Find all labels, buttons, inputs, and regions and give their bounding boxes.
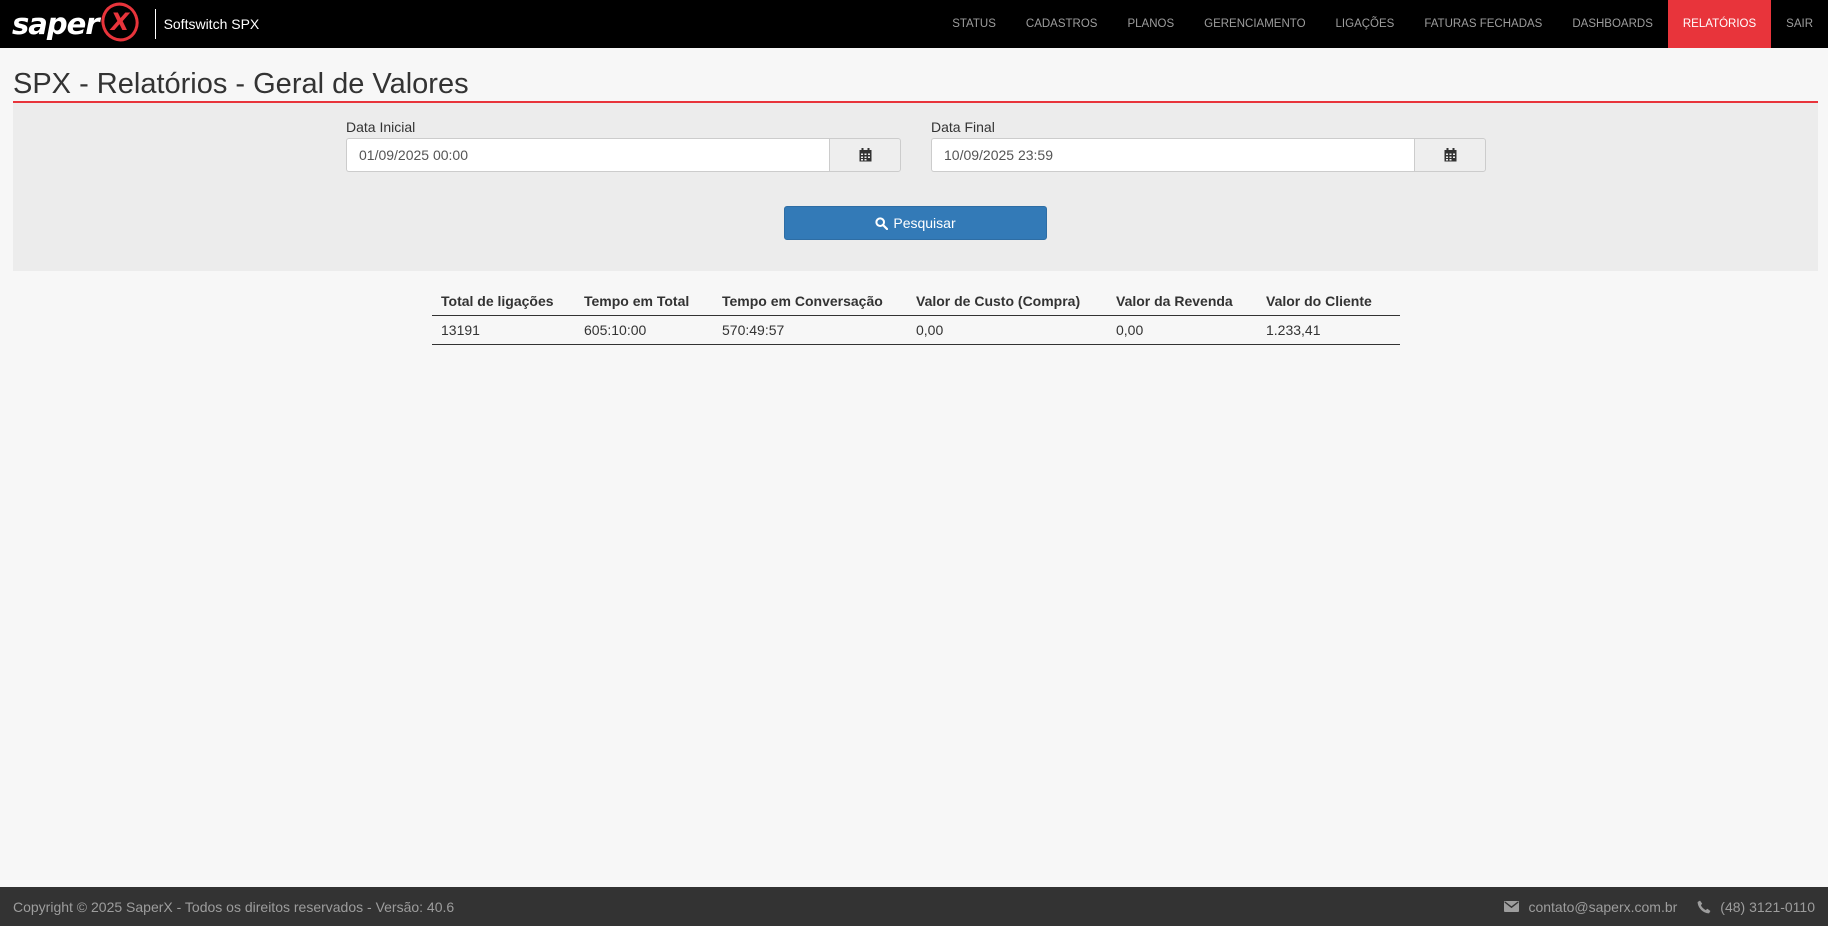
search-icon xyxy=(875,216,889,230)
table-cell: 570:49:57 xyxy=(713,315,907,345)
start-date-group xyxy=(346,138,901,172)
svg-text:X: X xyxy=(108,8,130,36)
end-date-label: Data Final xyxy=(931,119,995,135)
table-header-row: Total de ligações Tempo em Total Tempo e… xyxy=(432,290,1400,316)
saperx-logo[interactable]: saper X xyxy=(12,1,140,48)
logo-x-icon: X xyxy=(100,1,140,48)
nav-item-ligacoes[interactable]: LIGAÇÕES xyxy=(1321,0,1410,48)
column-header: Tempo em Conversação xyxy=(713,290,907,316)
page-title: SPX - Relatórios - Geral de Valores xyxy=(13,68,469,100)
search-button[interactable]: Pesquisar xyxy=(784,206,1047,240)
column-header: Tempo em Total xyxy=(575,290,713,316)
search-button-label: Pesquisar xyxy=(893,215,956,231)
main-nav: STATUS CADASTROS PLANOS GERENCIAMENTO LI… xyxy=(937,0,1828,48)
table-cell: 1.233,41 xyxy=(1257,315,1400,345)
table-cell: 0,00 xyxy=(1107,315,1257,345)
logo-text: saper xyxy=(12,6,100,41)
start-date-label: Data Inicial xyxy=(346,119,416,135)
column-header: Valor da Revenda xyxy=(1107,290,1257,316)
table-cell: 605:10:00 xyxy=(575,315,713,345)
brand[interactable]: saper X Softswitch SPX xyxy=(0,0,259,48)
end-date-calendar-button[interactable] xyxy=(1414,138,1486,172)
nav-item-sair[interactable]: SAIR xyxy=(1771,0,1828,48)
top-navbar: saper X Softswitch SPX STATUS CADASTROS … xyxy=(0,0,1828,48)
app-name: Softswitch SPX xyxy=(163,16,260,32)
table-row: 13191 605:10:00 570:49:57 0,00 0,00 1.23… xyxy=(432,315,1400,345)
envelope-icon xyxy=(1504,901,1520,912)
nav-item-planos[interactable]: PLANOS xyxy=(1112,0,1189,48)
column-header: Valor de Custo (Compra) xyxy=(907,290,1107,316)
copyright-text: Copyright © 2025 SaperX - Todos os direi… xyxy=(13,898,455,915)
email-text: contato@saperx.com.br xyxy=(1528,898,1678,915)
column-header: Valor do Cliente xyxy=(1257,290,1400,316)
start-date-input[interactable] xyxy=(346,138,829,172)
nav-item-gerenciamento[interactable]: GERENCIAMENTO xyxy=(1189,0,1320,48)
start-date-calendar-button[interactable] xyxy=(829,138,901,172)
filter-panel: Data Inicial Data Final xyxy=(13,103,1818,271)
calendar-icon xyxy=(1444,148,1456,162)
nav-item-cadastros[interactable]: CADASTROS xyxy=(1011,0,1113,48)
nav-item-relatorios[interactable]: RELATÓRIOS xyxy=(1667,0,1772,48)
phone-icon xyxy=(1697,900,1711,913)
footer: Copyright © 2025 SaperX - Todos os direi… xyxy=(0,887,1828,926)
footer-contacts: contato@saperx.com.br (48) 3121-0110 xyxy=(1484,899,1815,915)
phone-text: (48) 3121-0110 xyxy=(1720,898,1815,915)
column-header: Total de ligações xyxy=(432,290,575,316)
end-date-input[interactable] xyxy=(931,138,1414,172)
nav-item-faturas-fechadas[interactable]: FATURAS FECHADAS xyxy=(1409,0,1557,48)
brand-divider xyxy=(154,9,156,39)
footer-phone[interactable]: (48) 3121-0110 xyxy=(1697,899,1815,915)
end-date-group xyxy=(931,138,1486,172)
table-cell: 0,00 xyxy=(907,315,1107,345)
footer-email[interactable]: contato@saperx.com.br xyxy=(1504,899,1677,915)
nav-item-dashboards[interactable]: DASHBOARDS xyxy=(1557,0,1668,48)
table-cell: 13191 xyxy=(432,315,575,345)
results-table: Total de ligações Tempo em Total Tempo e… xyxy=(432,290,1400,345)
nav-item-status[interactable]: STATUS xyxy=(937,0,1011,48)
calendar-icon xyxy=(859,148,871,162)
